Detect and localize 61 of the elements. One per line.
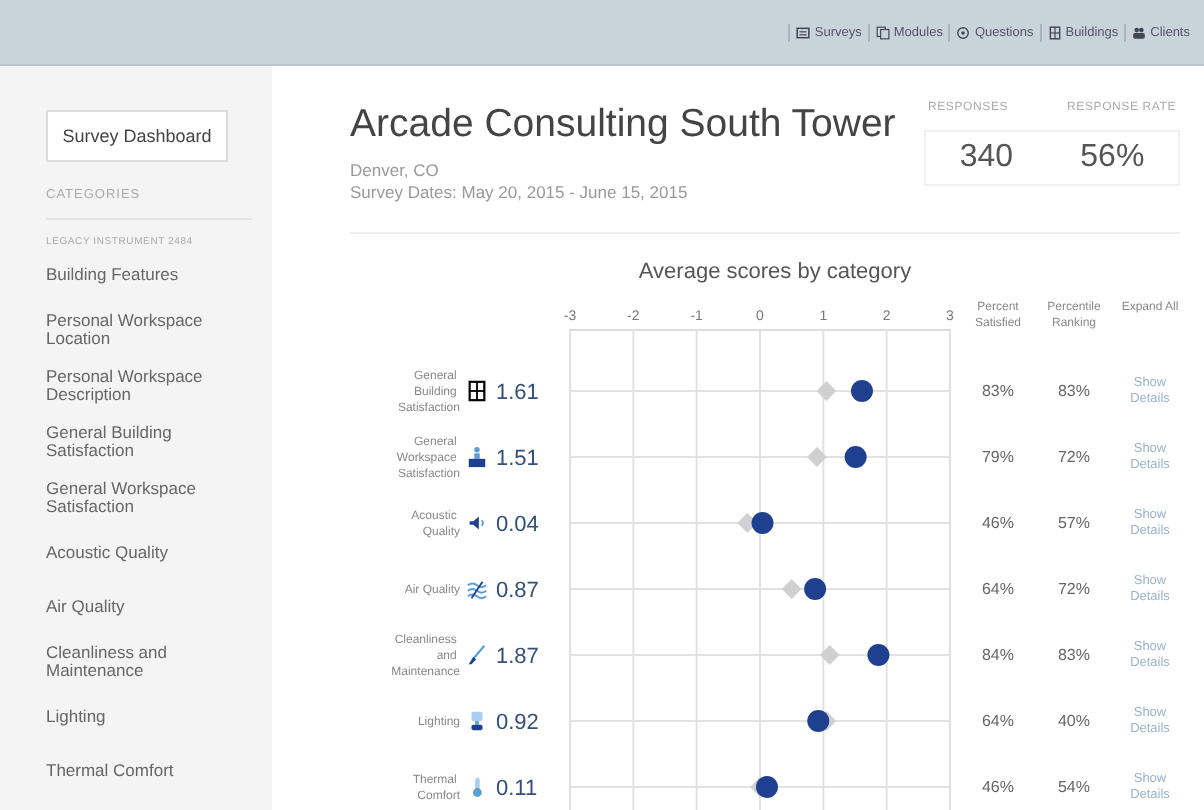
speaker-icon [469,516,483,530]
score-dot [807,710,830,732]
score-value: 0.87 [496,579,539,603]
table-cell: 64% [981,580,1014,598]
table-cell: 46% [981,778,1014,796]
lamp-icon [471,711,483,731]
people-icon [1132,25,1147,39]
benchmark-marker [819,645,840,665]
benchmark-marker [807,447,827,467]
category-link[interactable]: Personal Workspace Description [46,368,246,404]
building-icon [1047,25,1062,39]
category-link[interactable]: Building Features [46,266,179,284]
category-link[interactable]: Cleanliness and Maintenance [46,644,246,680]
waves-icon [467,581,487,599]
score-value: 0.11 [496,777,538,801]
building-icon [469,381,485,401]
score-value: 1.87 [496,645,539,669]
benchmark-marker [816,381,837,401]
category-link[interactable]: Air Quality [46,598,125,616]
score-dot [755,776,778,798]
desk-icon [468,446,486,468]
score-dot [751,512,774,534]
location-text: Denver, CO [350,160,441,182]
survey-dates: Survey Dates: May 20, 2015 - June 15, 2015 [350,182,690,204]
score-value: 1.61 [496,381,539,405]
list-icon [796,25,811,39]
chart-title: Average scores by category [636,260,914,284]
table-cell: 40% [1057,712,1090,730]
score-value: 1.51 [496,447,539,471]
score-dot [867,644,890,666]
score-dot [850,380,873,402]
table-cell: 72% [1057,580,1090,598]
dashboard-button[interactable]: Survey Dashboard [46,110,228,162]
stat-value: 340 [959,140,1014,176]
score-value: 0.92 [496,711,539,735]
score-dot [844,446,867,468]
category-link[interactable]: Thermal Comfort [46,762,174,780]
table-cell: 83% [1057,646,1090,664]
table-cell: 83% [981,382,1014,400]
table-cell: 46% [981,514,1014,532]
category-link[interactable]: General Workspace Satisfaction [46,480,246,516]
table-cell: 83% [1057,382,1090,400]
score-value: 0.04 [496,513,539,537]
copy-icon [875,25,890,39]
table-cell: 79% [981,448,1014,466]
page-title: Arcade Consulting South Tower [350,102,896,148]
category-link[interactable]: General Building Satisfaction [46,424,246,460]
table-cell: 84% [981,646,1014,664]
table-cell: 57% [1057,514,1090,532]
score-dot [804,578,827,600]
broom-icon [468,645,485,665]
table-cell: 72% [1057,448,1090,466]
circle-icon [956,25,971,39]
category-link[interactable]: Lighting [46,708,106,726]
stat-value: 56% [1080,140,1145,176]
category-link[interactable]: Acoustic Quality [46,544,168,562]
category-link[interactable]: Personal Workspace Location [46,312,246,348]
table-cell: 64% [981,712,1014,730]
thermometer-icon [472,777,482,797]
benchmark-marker [781,579,802,599]
table-cell: 54% [1057,778,1090,796]
